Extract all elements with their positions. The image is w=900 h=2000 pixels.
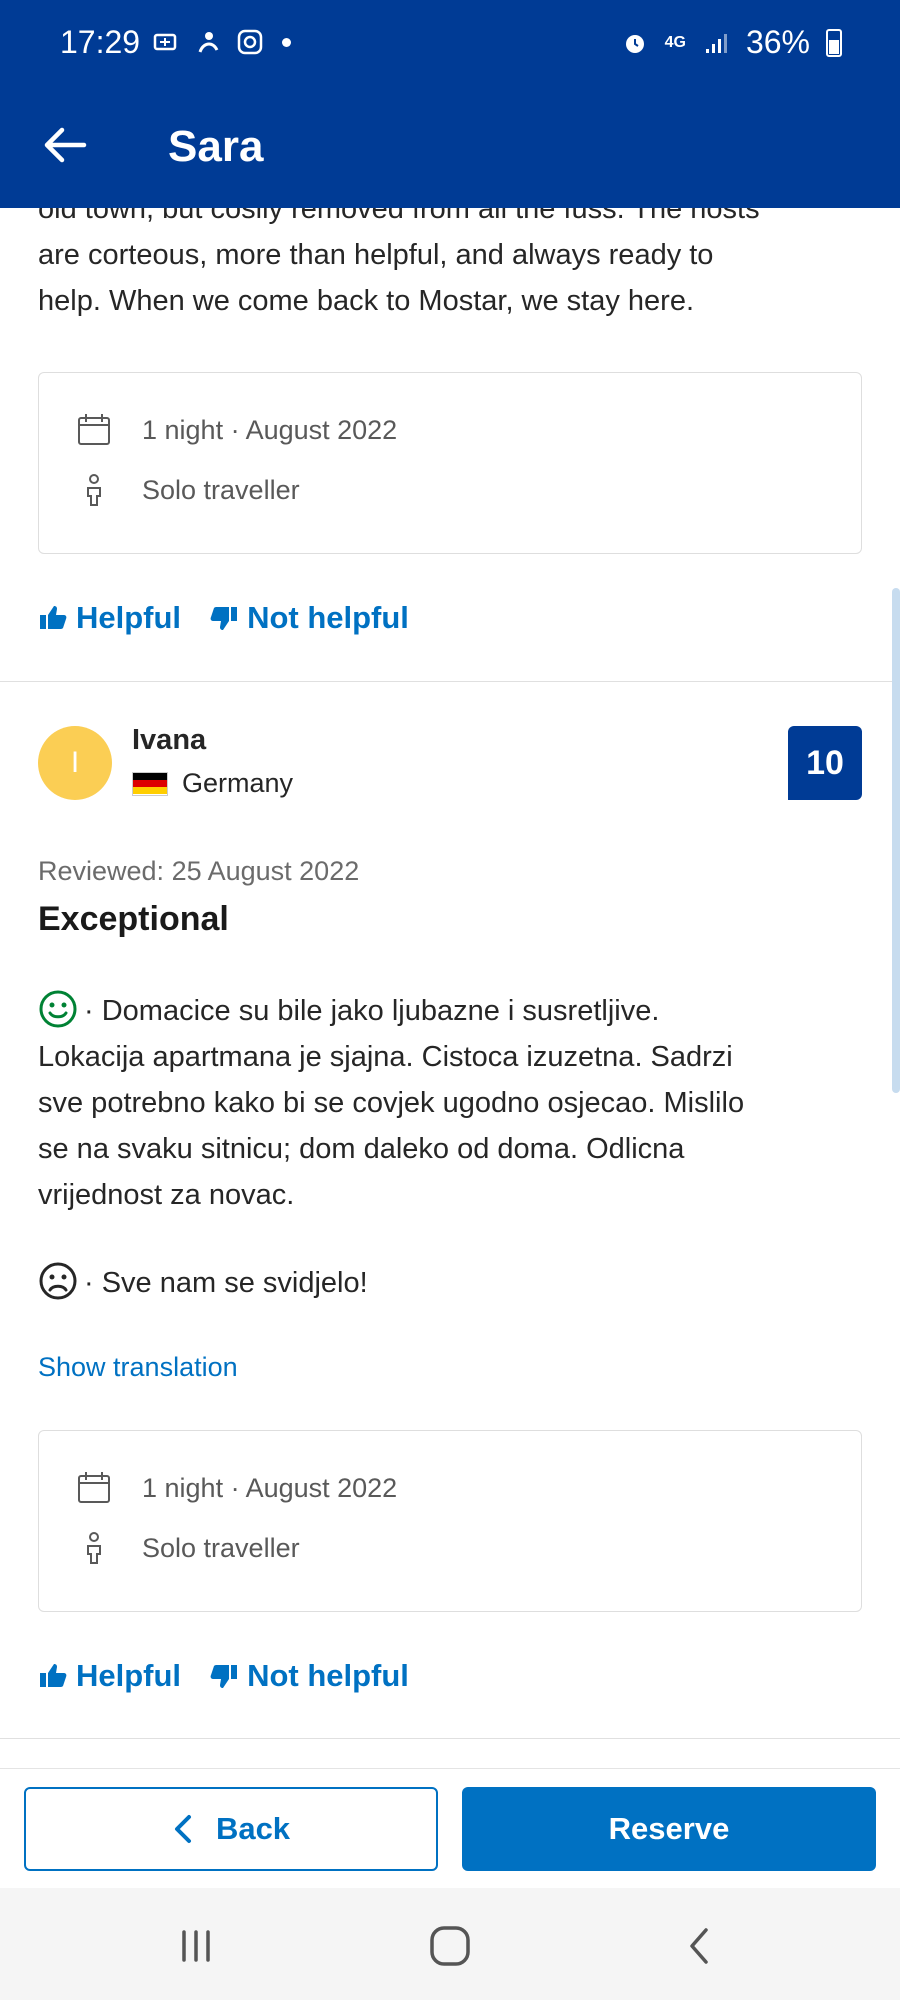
reserve-button[interactable]: Reserve — [462, 1787, 876, 1871]
app-header: 17:29 4G 36% Sara — [0, 0, 900, 208]
status-time: 17:29 — [60, 24, 141, 60]
germany-flag-icon — [132, 771, 168, 796]
helpful-button[interactable]: Helpful — [38, 1658, 181, 1694]
alarm-icon — [625, 34, 644, 53]
arrow-left-icon[interactable] — [40, 120, 90, 170]
traveller-type: Solo traveller — [142, 1532, 300, 1563]
stay-info-box — [38, 1430, 862, 1612]
review-divider — [0, 1738, 900, 1739]
system-back-icon[interactable] — [670, 1916, 730, 1976]
traveller-type: Solo traveller — [142, 474, 300, 505]
person-icon — [87, 1532, 101, 1564]
scrollbar[interactable] — [892, 588, 900, 1093]
thumbs-down-icon — [210, 1665, 238, 1688]
person-icon — [87, 474, 101, 506]
signal-icon — [705, 33, 727, 53]
review-date: Reviewed: 25 August 2022 — [38, 856, 360, 886]
steam-icon — [198, 32, 219, 53]
network-type: 4G — [664, 33, 686, 51]
system-status-icons: 4G 36% — [621, 24, 842, 61]
review-text-line: se na svaku sitnicu; dom daleko od doma.… — [38, 1133, 685, 1165]
review-positive-text: · Domacice su bile jako ljubazne i susre… — [0, 988, 900, 1218]
review-text-line: help. When we come back to Mostar, we st… — [38, 285, 695, 317]
review-text-line: Lokacija apartmana je sjajna. Cistoca iz… — [38, 1041, 733, 1073]
not-helpful-button[interactable]: Not helpful — [209, 600, 409, 636]
recent-apps-icon[interactable] — [166, 1916, 226, 1976]
feedback-row: Helpful Not helpful — [38, 600, 409, 636]
thumbs-up-icon — [40, 606, 67, 629]
status-bar: 17:29 4G 36% — [0, 0, 900, 90]
thumbs-down-icon — [210, 607, 238, 630]
review-text-line: old town, but cosily removed from all th… — [38, 208, 760, 225]
sad-face-icon — [39, 1262, 77, 1300]
stay-nights-row: 1 night · August 2022 — [76, 1470, 397, 1506]
stay-nights: 1 night · August 2022 — [142, 1472, 398, 1503]
stay-nights-row: 1 night · August 2022 — [76, 412, 397, 448]
reviewer-country-row: Germany — [132, 768, 293, 799]
avatar: I — [38, 726, 112, 800]
reviewer-country: Germany — [182, 768, 294, 798]
traveller-type-row: Solo traveller — [76, 472, 300, 508]
thumbs-up-icon — [40, 1664, 67, 1687]
stay-nights: 1 night · August 2022 — [142, 414, 398, 445]
reviews-list[interactable]: old town, but cosily removed from all th… — [0, 208, 900, 1768]
nav-bar: Sara — [0, 100, 900, 190]
system-navigation-bar — [0, 1888, 900, 2000]
notification-icons — [152, 28, 291, 56]
show-translation-link[interactable]: Show translation — [38, 1352, 238, 1383]
chevron-left-icon — [174, 1815, 191, 1843]
calendar-icon — [78, 414, 110, 445]
calendar-icon — [78, 1472, 110, 1503]
feedback-row: Helpful Not helpful — [38, 1658, 409, 1694]
review-text-line: vrijednost za novac. — [38, 1179, 295, 1211]
review-text-line: are corteous, more than helpful, and alw… — [38, 239, 714, 271]
notification-dot — [282, 37, 291, 47]
smiley-face-icon — [39, 990, 77, 1028]
review-divider — [0, 681, 900, 682]
review-text-line: · Domacice su bile jako ljubazne i susre… — [38, 988, 862, 1034]
battery-icon — [826, 28, 842, 57]
battery-percent: 36% — [745, 24, 810, 60]
review-score-badge: 10 — [788, 726, 862, 800]
helpful-button[interactable]: Helpful — [38, 600, 181, 636]
reviewer-name: Ivana — [132, 724, 207, 756]
not-helpful-button[interactable]: Not helpful — [209, 1658, 409, 1694]
home-icon[interactable] — [420, 1916, 480, 1976]
back-button[interactable]: Back — [24, 1787, 438, 1871]
review-text-line: sve potrebno kako bi se covjek ugodno os… — [38, 1087, 745, 1119]
review-title: Exceptional — [38, 900, 229, 938]
screencast-icon — [153, 33, 177, 51]
instagram-icon — [237, 29, 263, 55]
bottom-action-bar: Back Reserve — [0, 1768, 900, 1888]
previous-review-text: old town, but cosily removed from all th… — [0, 208, 900, 324]
traveller-type-row: Solo traveller — [76, 1530, 300, 1566]
stay-info-box — [38, 372, 862, 554]
review-negative-text: · Sve nam se svidjelo! — [0, 1260, 900, 1306]
page-title: Sara — [168, 122, 264, 171]
